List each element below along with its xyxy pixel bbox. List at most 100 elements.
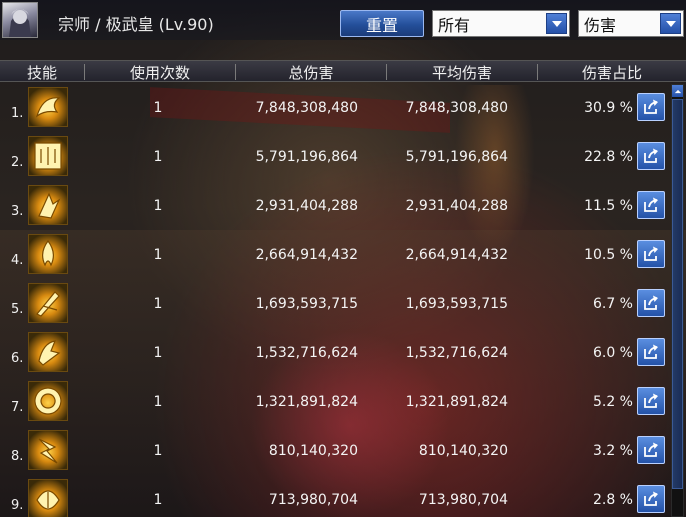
column-header-uses[interactable]: 使用次数 <box>85 61 235 83</box>
skill-icon[interactable] <box>28 381 68 421</box>
total-damage-cell: 713,980,704 <box>268 492 358 508</box>
average-damage-cell: 7,848,308,480 <box>405 100 508 116</box>
damage-share-cell: 6.0 % <box>592 345 633 361</box>
uses-cell: 1 <box>153 149 163 165</box>
table-header: 技能 使用次数 总伤害 平均伤害 伤害占比 <box>0 60 686 82</box>
table-row: 3. 1 2,931,404,288 2,931,404,288 11.5 % <box>0 182 686 231</box>
column-header-skill[interactable]: 技能 <box>0 61 84 83</box>
column-header-total-damage[interactable]: 总伤害 <box>236 61 386 83</box>
total-damage-cell: 7,848,308,480 <box>255 100 358 116</box>
uses-cell: 1 <box>153 100 163 116</box>
header-bar: 宗师 / 极武皇 (Lv.90) 重置 所有 伤害 <box>0 0 686 40</box>
average-damage-cell: 2,664,914,432 <box>405 247 508 263</box>
row-rank: 8. <box>11 449 24 464</box>
chevron-down-icon[interactable] <box>660 13 681 34</box>
share-export-icon <box>644 491 658 506</box>
skill-icon[interactable] <box>28 332 68 372</box>
average-damage-cell: 1,532,716,624 <box>405 345 508 361</box>
skill-icon[interactable] <box>28 479 68 517</box>
row-rank: 4. <box>11 253 24 268</box>
total-damage-cell: 5,791,196,864 <box>255 149 358 165</box>
total-damage-cell: 1,693,593,715 <box>255 296 358 312</box>
share-export-button[interactable] <box>637 338 665 366</box>
table-row: 1. 1 7,848,308,480 7,848,308,480 30.9 % <box>0 84 686 133</box>
scrollbar[interactable] <box>671 84 684 517</box>
share-export-icon <box>644 197 658 212</box>
row-rank: 2. <box>11 155 24 170</box>
share-export-button[interactable] <box>637 93 665 121</box>
filter-select-value: 所有 <box>438 15 471 35</box>
damage-share-cell: 30.9 % <box>584 100 633 116</box>
total-damage-cell: 1,321,891,824 <box>255 394 358 410</box>
uses-cell: 1 <box>153 247 163 263</box>
skill-icon[interactable] <box>28 430 68 470</box>
share-export-icon <box>644 246 658 261</box>
uses-cell: 1 <box>153 492 163 508</box>
damage-share-cell: 3.2 % <box>592 443 633 459</box>
total-damage-cell: 810,140,320 <box>268 443 358 459</box>
chevron-down-icon[interactable] <box>546 13 567 34</box>
share-export-button[interactable] <box>637 191 665 219</box>
uses-cell: 1 <box>153 394 163 410</box>
table-row: 2. 1 5,791,196,864 5,791,196,864 22.8 % <box>0 133 686 182</box>
skill-icon[interactable] <box>28 136 68 176</box>
total-damage-cell: 2,931,404,288 <box>255 198 358 214</box>
table-row: 5. 1 1,693,593,715 1,693,593,715 6.7 % <box>0 280 686 329</box>
average-damage-cell: 5,791,196,864 <box>405 149 508 165</box>
share-export-button[interactable] <box>637 240 665 268</box>
table-row: 6. 1 1,532,716,624 1,532,716,624 6.0 % <box>0 329 686 378</box>
share-export-button[interactable] <box>637 289 665 317</box>
share-export-button[interactable] <box>637 387 665 415</box>
skill-icon[interactable] <box>28 234 68 274</box>
total-damage-cell: 1,532,716,624 <box>255 345 358 361</box>
table-row: 7. 1 1,321,891,824 1,321,891,824 5.2 % <box>0 378 686 427</box>
share-export-button[interactable] <box>637 485 665 513</box>
column-header-damage-share[interactable]: 伤害占比 <box>538 61 686 83</box>
share-export-icon <box>644 393 658 408</box>
share-export-icon <box>644 99 658 114</box>
row-rank: 9. <box>11 498 24 513</box>
table-row: 9. 1 713,980,704 713,980,704 2.8 % <box>0 476 686 517</box>
uses-cell: 1 <box>153 296 163 312</box>
damage-share-cell: 5.2 % <box>592 394 633 410</box>
row-rank: 6. <box>11 351 24 366</box>
average-damage-cell: 1,693,593,715 <box>405 296 508 312</box>
row-rank: 7. <box>11 400 24 415</box>
scrollbar-thumb[interactable] <box>672 99 683 489</box>
row-rank: 1. <box>11 106 24 121</box>
uses-cell: 1 <box>153 198 163 214</box>
damage-share-cell: 10.5 % <box>584 247 633 263</box>
filter-select[interactable]: 所有 <box>432 10 570 37</box>
damage-share-cell: 2.8 % <box>592 492 633 508</box>
column-header-average-damage[interactable]: 平均伤害 <box>387 61 537 83</box>
character-portrait-icon <box>2 2 38 38</box>
metric-select-value: 伤害 <box>584 15 617 35</box>
row-rank: 5. <box>11 302 24 317</box>
table-row: 8. 1 810,140,320 810,140,320 3.2 % <box>0 427 686 476</box>
character-title: 宗师 / 极武皇 (Lv.90) <box>58 15 214 34</box>
uses-cell: 1 <box>153 443 163 459</box>
damage-share-cell: 11.5 % <box>584 198 633 214</box>
reset-button[interactable]: 重置 <box>340 10 424 37</box>
average-damage-cell: 1,321,891,824 <box>405 394 508 410</box>
share-export-icon <box>644 442 658 457</box>
metric-select[interactable]: 伤害 <box>578 10 684 37</box>
share-export-icon <box>644 344 658 359</box>
row-rank: 3. <box>11 204 24 219</box>
total-damage-cell: 2,664,914,432 <box>255 247 358 263</box>
damage-share-cell: 22.8 % <box>584 149 633 165</box>
skill-icon[interactable] <box>28 87 68 127</box>
scroll-up-icon[interactable] <box>672 85 683 97</box>
table-row: 4. 1 2,664,914,432 2,664,914,432 10.5 % <box>0 231 686 280</box>
share-export-button[interactable] <box>637 436 665 464</box>
skill-icon[interactable] <box>28 283 68 323</box>
share-export-icon <box>644 295 658 310</box>
skill-icon[interactable] <box>28 185 68 225</box>
damage-share-cell: 6.7 % <box>592 296 633 312</box>
share-export-button[interactable] <box>637 142 665 170</box>
average-damage-cell: 810,140,320 <box>418 443 508 459</box>
average-damage-cell: 2,931,404,288 <box>405 198 508 214</box>
share-export-icon <box>644 148 658 163</box>
uses-cell: 1 <box>153 345 163 361</box>
average-damage-cell: 713,980,704 <box>418 492 508 508</box>
